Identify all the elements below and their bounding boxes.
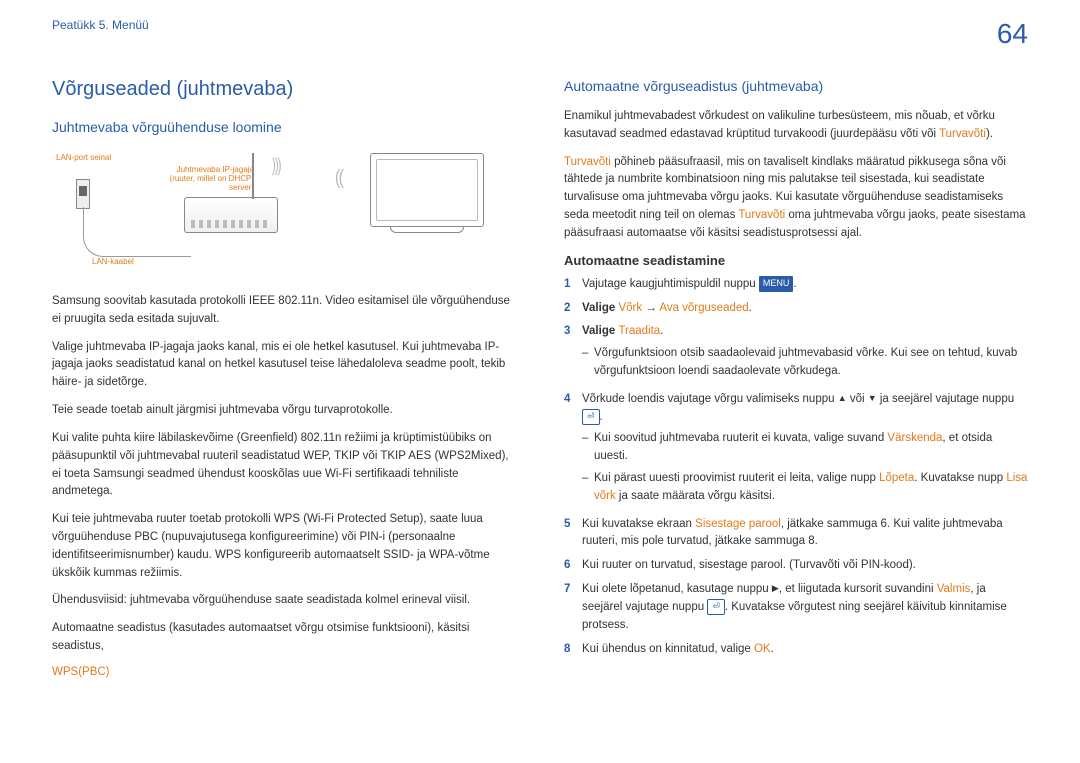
paragraph: Kui teie juhtmevaba ruuter toetab protok… xyxy=(52,511,516,582)
down-arrow-icon: ▼ xyxy=(868,392,877,406)
paragraph: Samsung soovitab kasutada protokolli IEE… xyxy=(52,293,516,329)
step-item: 6 Kui ruuter on turvatud, sisestage paro… xyxy=(564,557,1028,575)
up-arrow-icon: ▲ xyxy=(838,392,847,406)
security-key-term: Turvavõti xyxy=(939,128,986,140)
paragraph: Ühendusviisid: juhtmevaba võrguühenduse … xyxy=(52,592,516,610)
section-heading-auto-setup: Automaatne võrguseadistus (juhtmevaba) xyxy=(564,78,1028,94)
tv-stand-icon xyxy=(390,227,464,233)
paragraph: Valige juhtmevaba IP-jagaja jaoks kanal,… xyxy=(52,339,516,392)
subheading-auto-setup: Automaatne seadistamine xyxy=(564,253,1028,268)
step-item: 3 Valige Traadita. Võrgufunktsioon otsib… xyxy=(564,323,1028,384)
wifi-waves-icon: ))) xyxy=(272,155,280,176)
section-heading-wireless-create: Juhtmevaba võrguühenduse loomine xyxy=(52,119,516,135)
paragraph: Kui valite puhta kiire läbilaskevõime (G… xyxy=(52,430,516,501)
wps-pbc-label: WPS(PBC) xyxy=(52,666,516,678)
diagram-label-router: Juhtmevaba IP-jagaja (ruuter, millel on … xyxy=(160,165,254,192)
step-item: 8 Kui ühendus on kinnitatud, valige OK. xyxy=(564,641,1028,659)
antenna-icon xyxy=(252,153,254,199)
security-key-term: Turvavõti xyxy=(738,209,785,221)
step-item: 2 Valige Võrk → Ava võrguseaded. xyxy=(564,300,1028,318)
lan-port-icon xyxy=(76,179,90,209)
wifi-waves-icon: (( xyxy=(335,167,342,190)
tv-icon xyxy=(370,153,484,227)
substep-item: Kui pärast uuesti proovimist ruuterit ei… xyxy=(582,470,1028,506)
lan-cable-icon xyxy=(83,207,191,257)
page-number: 64 xyxy=(997,18,1028,50)
substep-item: Kui soovitud juhtmevaba ruuterit ei kuva… xyxy=(582,430,1028,466)
paragraph: Turvavõti põhineb pääsufraasil, mis on t… xyxy=(564,154,1028,243)
router-icon xyxy=(184,197,278,233)
right-arrow-icon: ▶ xyxy=(772,582,779,596)
substep-item: Võrgufunktsioon otsib saadaolevaid juhtm… xyxy=(582,345,1028,381)
enter-button-icon: ⏎ xyxy=(582,409,600,425)
paragraph: Teie seade toetab ainult järgmisi juhtme… xyxy=(52,402,516,420)
steps-list: 1 Vajutage kaugjuhtimispuldil nuppu MENU… xyxy=(564,276,1028,659)
diagram-label-cable: LAN-kaabel xyxy=(92,257,134,266)
wireless-diagram: LAN-port seinal Juhtmevaba IP-jagaja (ru… xyxy=(52,149,516,279)
page-title: Võrguseaded (juhtmevaba) xyxy=(52,78,516,101)
paragraph: Enamikul juhtmevabadest võrkudest on val… xyxy=(564,108,1028,144)
paragraph: Automaatne seadistus (kasutades automaat… xyxy=(52,620,516,656)
chapter-label: Peatükk 5. Menüü xyxy=(52,18,149,32)
enter-button-icon: ⏎ xyxy=(707,599,725,615)
step-item: 1 Vajutage kaugjuhtimispuldil nuppu MENU… xyxy=(564,276,1028,294)
left-column: Võrguseaded (juhtmevaba) Juhtmevaba võrg… xyxy=(52,78,516,678)
step-item: 4 Võrkude loendis vajutage võrgu valimis… xyxy=(564,391,1028,510)
security-key-term: Turvavõti xyxy=(564,156,611,168)
diagram-label-lanport: LAN-port seinal xyxy=(56,153,111,162)
step-item: 5 Kui kuvatakse ekraan Sisestage parool,… xyxy=(564,516,1028,552)
step-item: 7 Kui olete lõpetanud, kasutage nuppu ▶,… xyxy=(564,581,1028,634)
menu-button-badge: MENU xyxy=(759,276,794,292)
right-column: Automaatne võrguseadistus (juhtmevaba) E… xyxy=(564,78,1028,678)
